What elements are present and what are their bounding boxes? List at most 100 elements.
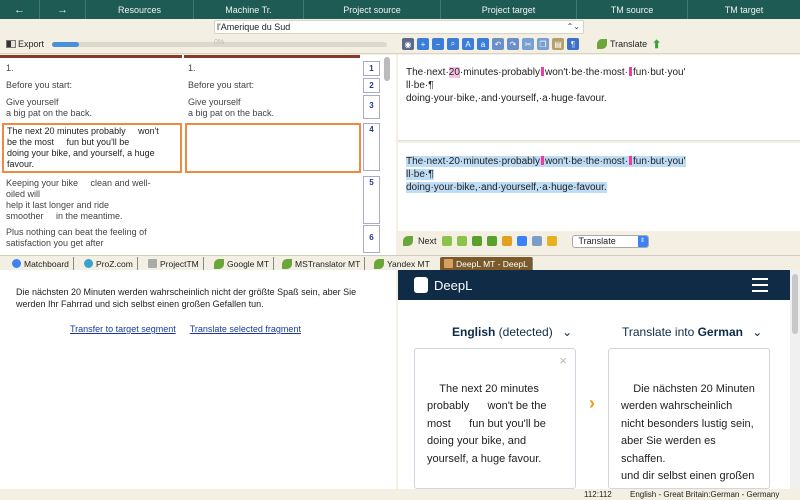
segment-source-4-active[interactable]: The next 20 minutes probably won't be th… (2, 123, 182, 173)
deepl-header: DeepL (398, 270, 790, 300)
book-icon (444, 259, 453, 268)
pilcrow-icon[interactable]: ¶ (567, 38, 579, 50)
split-icon[interactable] (486, 236, 497, 246)
note-icon[interactable] (546, 236, 557, 246)
down-icon[interactable] (501, 236, 512, 246)
segment-number-1[interactable]: 1 (363, 61, 380, 76)
redo-icon[interactable]: ↷ (507, 38, 519, 50)
back-arrow-icon[interactable]: ← (0, 0, 40, 19)
next-button[interactable]: Next (418, 236, 437, 246)
deepl-source-box[interactable]: × The next 20 minutes probably won't be t… (414, 348, 576, 489)
tab-yandex-mt[interactable]: Yandex MT (370, 257, 434, 270)
zoom-in-icon[interactable]: + (417, 38, 429, 50)
progress-fill (52, 42, 79, 47)
progress-text: 0% (214, 39, 225, 46)
search-replace-icon[interactable]: ⌕ (447, 38, 459, 50)
copy-icon[interactable]: ❐ (537, 38, 549, 50)
segment-number-6[interactable]: 6 (363, 225, 380, 253)
menu-project-target[interactable]: Project target (441, 0, 577, 19)
chevron-right-icon: › (589, 393, 595, 413)
tab-deepl-mt[interactable]: DeepL MT - DeepL (440, 257, 533, 270)
project-row: l'Amerique du Sud ⌃⌄ (0, 19, 800, 36)
menu-tm-target[interactable]: TM target (688, 0, 800, 19)
segment-target-2[interactable]: Before you start: (184, 80, 360, 91)
up-arrow-icon[interactable]: ⬆ (652, 38, 661, 51)
mt-result-pane: Die nächsten 20 Minuten werden wahrschei… (0, 270, 396, 489)
undo-icon[interactable]: ↶ (492, 38, 504, 50)
insert-icon[interactable] (441, 236, 452, 246)
segment-number-5[interactable]: 5 (363, 176, 380, 224)
segment-number-4[interactable]: 4 (363, 123, 380, 171)
source-editor-text: The·next·20·minutes·probably won't·be·the… (406, 66, 686, 105)
tab-label: MSTranslator MT (295, 258, 361, 269)
segment-source-5[interactable]: Keeping your bike clean and well- oiled … (2, 178, 182, 222)
deepl-target-box[interactable]: Die nächsten 20 Minuten werden wahrschei… (608, 348, 770, 489)
target-line-2: ll·be·¶ (406, 169, 434, 180)
menu-tm-source[interactable]: TM source (577, 0, 688, 19)
tab-label: Google MT (227, 258, 270, 269)
tab-projecttm[interactable]: ProjectTM (144, 257, 204, 270)
deepl-source-text: The next 20 minutes probably won't be th… (427, 382, 547, 465)
font-icon[interactable]: a (477, 38, 489, 50)
scroll-thumb[interactable] (792, 274, 798, 334)
tab-mstranslator-mt[interactable]: MSTranslator MT (278, 257, 366, 270)
translate-label: Translate (610, 39, 648, 49)
source-language-dropdown[interactable]: English (detected) ⌄ (452, 325, 572, 339)
segment-source-6[interactable]: Plus nothing can beat the feeling of sat… (2, 227, 182, 249)
translate-select[interactable]: Translate ⇕ (571, 234, 649, 248)
segment-target-4-active[interactable] (185, 123, 361, 173)
tab-label: ProjectTM (160, 258, 199, 269)
segment-target-1[interactable]: 1. (184, 63, 360, 74)
database-icon (148, 259, 157, 268)
source-text-part: fun·but·you' (633, 67, 686, 78)
segment-number-3[interactable]: 3 (363, 95, 380, 119)
source-editor[interactable]: The·next·20·minutes·probably won't·be·the… (398, 55, 800, 141)
tag-marker-icon (629, 67, 633, 76)
segment-source-3[interactable]: Give yourself a big pat on the back. (2, 97, 182, 119)
copy-source-icon[interactable] (456, 236, 467, 246)
segment-target-3[interactable]: Give yourself a big pat on the back. (184, 97, 360, 119)
deepl-scrollbar[interactable] (790, 270, 800, 489)
export-button[interactable]: Export (6, 39, 44, 49)
cursor-position: 112:112 (584, 490, 612, 499)
hamburger-menu-icon[interactable] (752, 278, 768, 296)
leaf-icon (403, 236, 413, 246)
segment-number-2[interactable]: 2 (363, 78, 380, 93)
menu-project-source[interactable]: Project source (304, 0, 441, 19)
editor-toolbar: Next Translate ⇕ (398, 232, 800, 250)
deepl-brand: DeepL (434, 277, 473, 293)
transfer-to-target-link[interactable]: Transfer to target segment (70, 324, 176, 334)
segment-source-1[interactable]: 1. (2, 63, 182, 74)
translate-button[interactable]: Translate (597, 39, 647, 49)
segment-source-2[interactable]: Before you start: (2, 80, 182, 91)
zoom-out-icon[interactable]: − (432, 38, 444, 50)
translate-fragment-link[interactable]: Translate selected fragment (190, 324, 301, 334)
menu-machine-tr[interactable]: Machine Tr. (194, 0, 304, 19)
target-language: German (697, 325, 743, 339)
tab-matchboard[interactable]: Matchboard (8, 257, 74, 270)
tab-google-mt[interactable]: Google MT (210, 257, 275, 270)
deepl-logo[interactable]: DeepL (414, 277, 472, 293)
cut-icon[interactable]: ✂ (522, 38, 534, 50)
paste-icon[interactable]: ▤ (552, 38, 564, 50)
target-line-3: doing·your·bike,·and·yourself,·a·huge·fa… (406, 182, 607, 193)
target-editor[interactable]: The·next·20·minutes·probably won't·be·the… (398, 143, 800, 231)
toolbar: Export 0% ◉ + − ⌕ A a ↶ ↷ ✂ ❐ ▤ ¶ Transl… (0, 36, 800, 54)
clear-icon[interactable]: × (559, 352, 567, 370)
grid-scrollbar[interactable] (384, 57, 390, 81)
detected-label: (detected) (495, 325, 553, 339)
merge-icon[interactable] (471, 236, 482, 246)
deepl-target-text: Die nächsten 20 Minuten werden wahrschei… (621, 382, 755, 490)
list-icon[interactable] (531, 236, 542, 246)
case-icon[interactable]: A (462, 38, 474, 50)
tags-icon[interactable] (516, 236, 527, 246)
tab-proz[interactable]: ProZ.com (80, 257, 138, 270)
target-language-dropdown[interactable]: Translate into German ⌄ (622, 325, 762, 339)
forward-arrow-icon[interactable]: → (40, 0, 86, 19)
binoculars-icon[interactable]: ◉ (402, 38, 414, 50)
menu-resources[interactable]: Resources (86, 0, 194, 19)
globe-icon (84, 259, 93, 268)
language-pair: English - Great Britain:German - Germany (630, 490, 780, 499)
project-select[interactable]: l'Amerique du Sud ⌃⌄ (214, 20, 584, 34)
mt-result-text: Die nächsten 20 Minuten werden wahrschei… (16, 287, 357, 309)
